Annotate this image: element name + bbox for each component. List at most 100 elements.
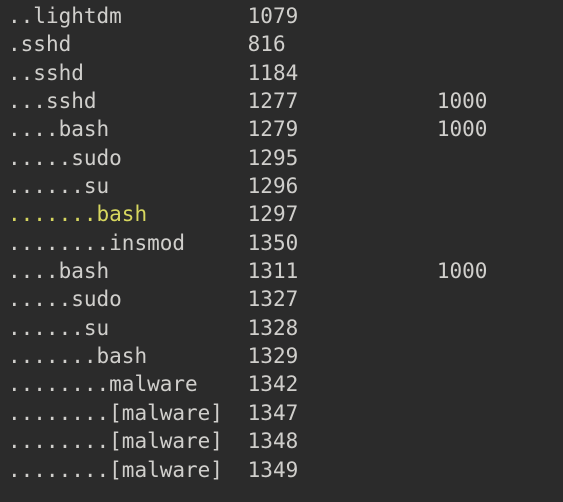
process-uid <box>437 2 563 30</box>
process-name-cell: ......su <box>8 172 248 200</box>
process-row: .......bash1329 <box>8 342 563 370</box>
process-uid <box>437 399 563 427</box>
process-pid: 1327 <box>248 285 437 313</box>
process-name-cell: .....sudo <box>8 285 248 313</box>
tree-prefix: ....... <box>8 202 97 226</box>
process-pid: 1311 <box>248 257 437 285</box>
process-row: ..lightdm1079 <box>8 2 563 30</box>
process-name: sshd <box>33 61 84 85</box>
process-row: .....sudo1327 <box>8 285 563 313</box>
process-name: [malware] <box>109 401 223 425</box>
process-name-cell: .......bash <box>8 200 248 228</box>
process-name: bash <box>97 202 148 226</box>
process-row: ......su1296 <box>8 172 563 200</box>
process-row: ........malware1342 <box>8 370 563 398</box>
tree-prefix: ..... <box>8 287 71 311</box>
process-name-cell: ........malware <box>8 370 248 398</box>
process-uid <box>437 314 563 342</box>
process-pid: 1328 <box>248 314 437 342</box>
process-row: ........[malware]1348 <box>8 427 563 455</box>
process-name-cell: ....bash <box>8 115 248 143</box>
tree-prefix: . <box>8 32 21 56</box>
process-uid <box>437 172 563 200</box>
tree-prefix: ........ <box>8 372 109 396</box>
tree-prefix: ........ <box>8 231 109 255</box>
process-pid: 1277 <box>248 87 437 115</box>
process-row: .......bash1297 <box>8 200 563 228</box>
tree-prefix: ...... <box>8 174 84 198</box>
process-uid <box>437 456 563 484</box>
tree-prefix: ....... <box>8 344 97 368</box>
process-uid <box>437 370 563 398</box>
process-row: ........insmod1350 <box>8 229 563 257</box>
process-pid: 816 <box>248 30 437 58</box>
process-name: sshd <box>21 32 72 56</box>
tree-prefix: .. <box>8 61 33 85</box>
process-name: sudo <box>71 287 122 311</box>
process-name: bash <box>59 117 110 141</box>
process-pid: 1349 <box>248 456 437 484</box>
tree-prefix: .. <box>8 4 33 28</box>
process-pid: 1295 <box>248 144 437 172</box>
process-row: .....sudo1295 <box>8 144 563 172</box>
process-name-cell: ........[malware] <box>8 399 248 427</box>
process-pid: 1342 <box>248 370 437 398</box>
process-name-cell: ........[malware] <box>8 427 248 455</box>
process-row: .sshd816 <box>8 30 563 58</box>
process-row: ....bash13111000 <box>8 257 563 285</box>
process-pid: 1279 <box>248 115 437 143</box>
process-name: insmod <box>109 231 185 255</box>
process-pid: 1296 <box>248 172 437 200</box>
tree-prefix: ........ <box>8 401 109 425</box>
process-pid: 1297 <box>248 200 437 228</box>
tree-prefix: ...... <box>8 316 84 340</box>
process-pid: 1347 <box>248 399 437 427</box>
tree-prefix: ........ <box>8 429 109 453</box>
process-name-cell: ........insmod <box>8 229 248 257</box>
process-name-cell: .....sudo <box>8 144 248 172</box>
process-row: ...sshd12771000 <box>8 87 563 115</box>
process-row: ......su1328 <box>8 314 563 342</box>
process-uid <box>437 285 563 313</box>
tree-prefix: .... <box>8 117 59 141</box>
tree-prefix: ... <box>8 89 46 113</box>
process-row: ........[malware]1347 <box>8 399 563 427</box>
process-row: ....bash12791000 <box>8 115 563 143</box>
process-name-cell: .......bash <box>8 342 248 370</box>
process-name-cell: ....bash <box>8 257 248 285</box>
process-uid <box>437 30 563 58</box>
process-name: bash <box>59 259 110 283</box>
process-uid <box>437 200 563 228</box>
terminal-output: ..lightdm1079.sshd816..sshd1184...sshd12… <box>0 0 563 502</box>
process-uid: 1000 <box>437 115 563 143</box>
process-name: su <box>84 174 109 198</box>
process-uid <box>437 229 563 257</box>
process-name-cell: ...sshd <box>8 87 248 115</box>
process-pid: 1329 <box>248 342 437 370</box>
process-name-cell: .sshd <box>8 30 248 58</box>
process-uid <box>437 342 563 370</box>
process-name: bash <box>97 344 148 368</box>
process-row: ........[malware]1349 <box>8 456 563 484</box>
process-pid: 1079 <box>248 2 437 30</box>
process-uid <box>437 59 563 87</box>
process-row: ..sshd1184 <box>8 59 563 87</box>
tree-prefix: ........ <box>8 458 109 482</box>
process-name-cell: ......su <box>8 314 248 342</box>
process-name: lightdm <box>33 4 122 28</box>
process-name: sshd <box>46 89 97 113</box>
process-name-cell: ..sshd <box>8 59 248 87</box>
process-pid: 1184 <box>248 59 437 87</box>
process-name-cell: ........[malware] <box>8 456 248 484</box>
process-name: [malware] <box>109 458 223 482</box>
process-pid: 1348 <box>248 427 437 455</box>
process-pid: 1350 <box>248 229 437 257</box>
tree-prefix: ..... <box>8 146 71 170</box>
tree-prefix: .... <box>8 259 59 283</box>
process-name: malware <box>109 372 198 396</box>
process-name-cell: ..lightdm <box>8 2 248 30</box>
process-uid <box>437 427 563 455</box>
process-uid: 1000 <box>437 257 563 285</box>
process-name: [malware] <box>109 429 223 453</box>
process-name: sudo <box>71 146 122 170</box>
